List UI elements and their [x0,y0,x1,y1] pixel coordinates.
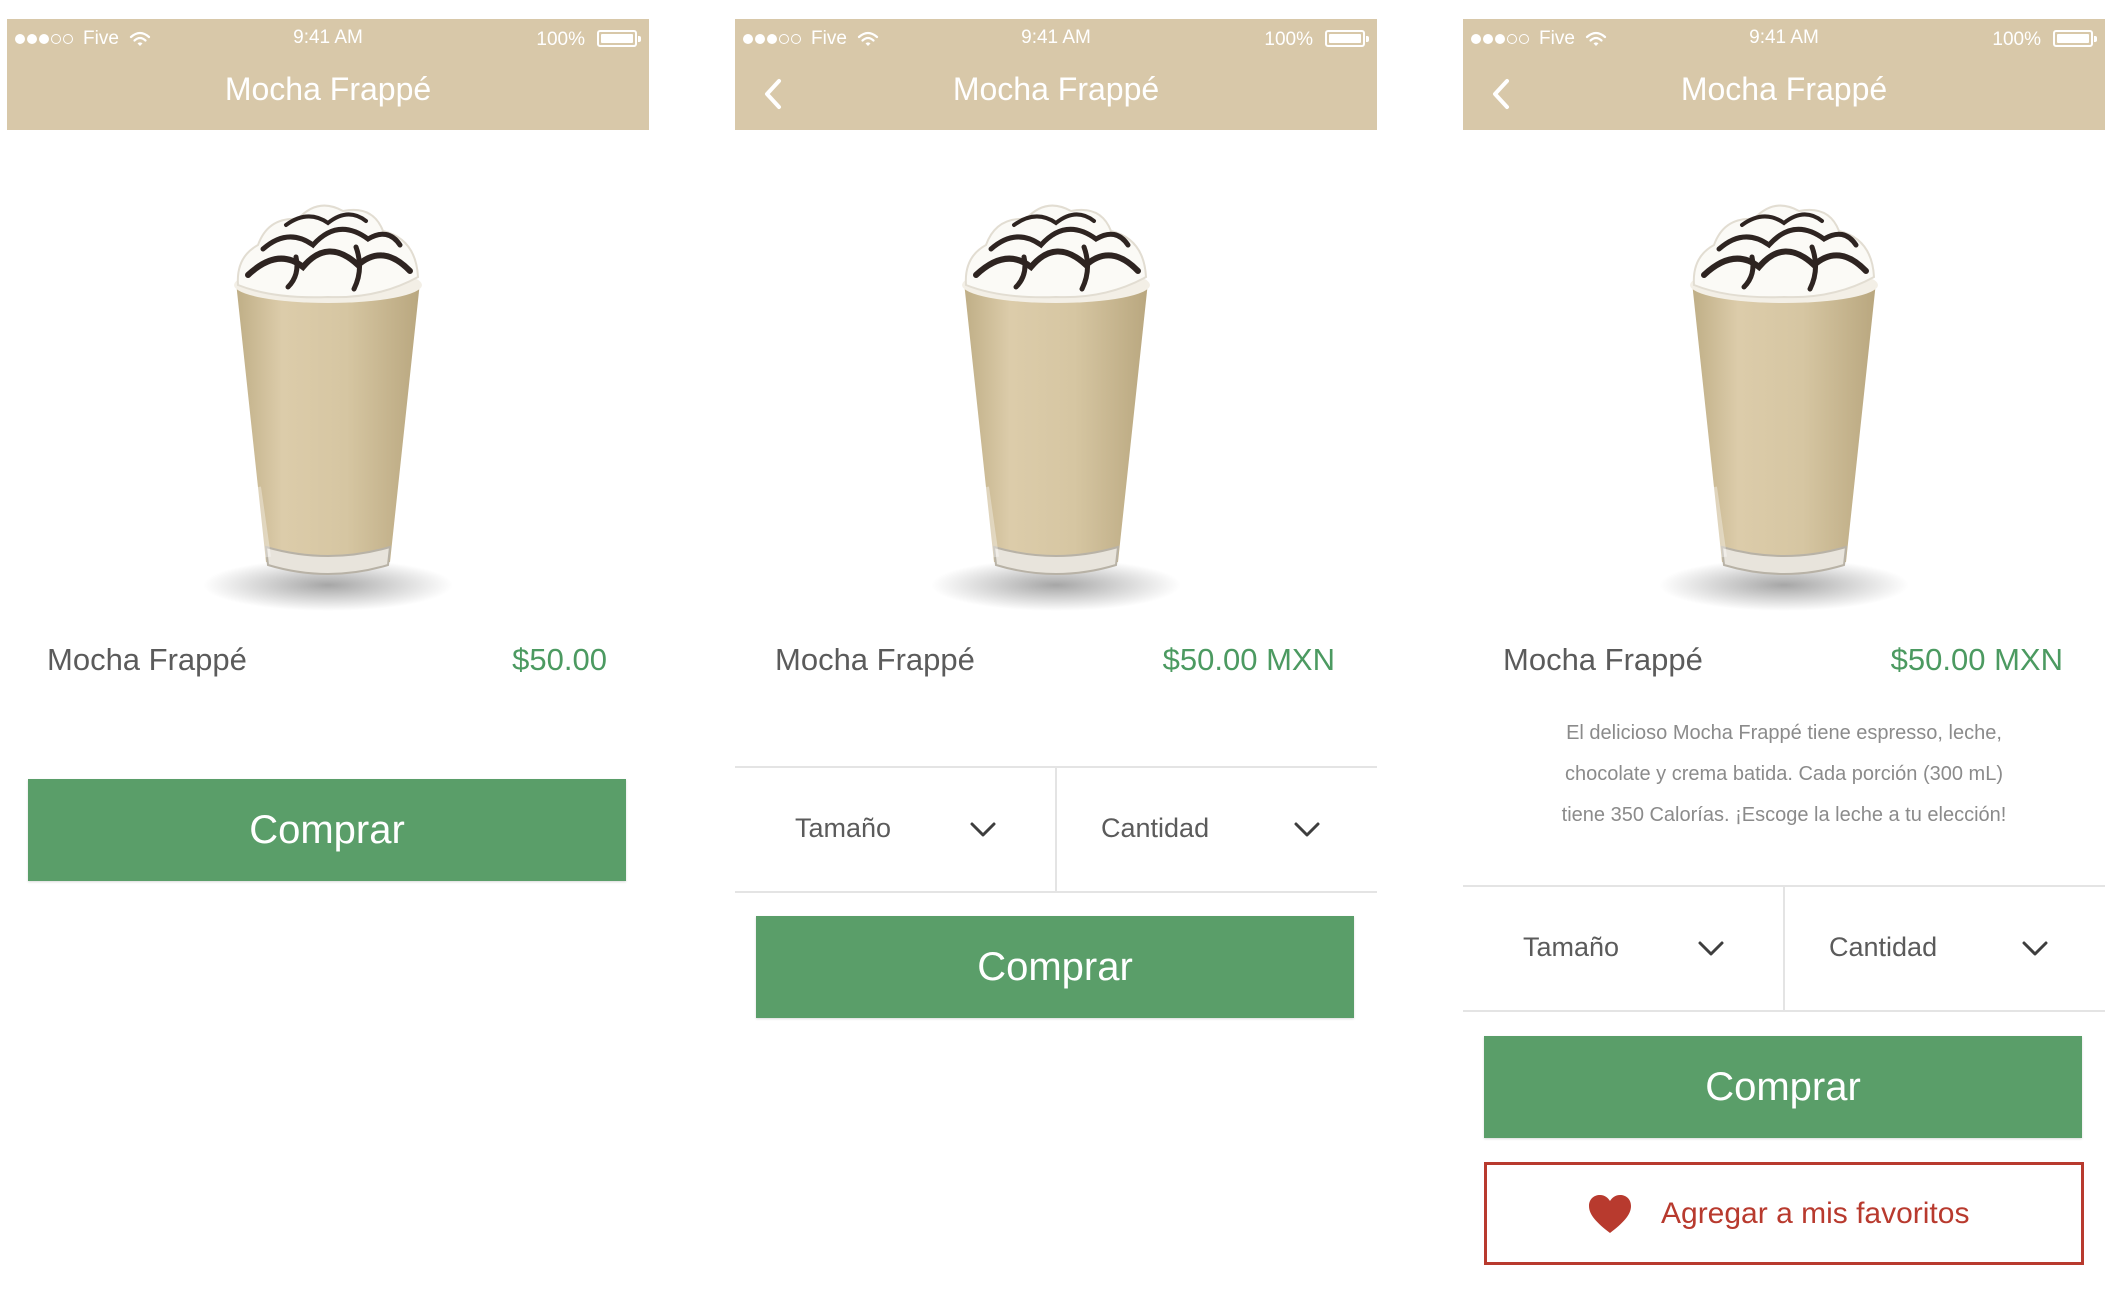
chevron-down-icon [969,820,997,840]
nav-title: Mocha Frappé [1680,71,1888,107]
battery-percentage: 100% [1264,29,1313,50]
add-to-favorites-button[interactable]: Agregar a mis favoritos [1484,1162,2084,1265]
battery-percentage: 100% [536,29,585,50]
quantity-dropdown[interactable]: Cantidad [1783,887,2105,1010]
product-description: El delicioso Mocha Frappé tiene espresso… [1493,713,2075,836]
navigation-bar: Five 9:41 AM 100% Mocha Frappé [1463,19,2105,130]
chevron-down-icon [1293,820,1321,840]
product-image [1634,187,1934,617]
navigation-bar: Five 9:41 AM 100% Mocha Frappé [735,19,1377,130]
buy-button[interactable]: Comprar [756,916,1354,1018]
buy-button[interactable]: Comprar [28,779,626,881]
product-screen-detail: Five 9:41 AM 100% Mocha Frappé Mocha Fra… [1463,19,2105,1289]
description-line: tiene 350 Calorías. ¡Escoge la leche a t… [1561,804,2007,826]
battery-icon [2053,30,2097,47]
description-line: chocolate y crema batida. Cada porción (… [1564,763,2003,785]
chevron-down-icon [2021,939,2049,959]
quantity-dropdown-label: Cantidad [1101,813,1210,843]
product-price: $50.00 [512,642,607,677]
product-price: $50.00 MXN [1162,642,1335,677]
size-dropdown[interactable]: Tamaño [1463,887,1783,1010]
navigation-bar: Five 9:41 AM 100% Mocha Frappé [7,19,649,130]
buy-button[interactable]: Comprar [1484,1036,2082,1138]
heart-icon [1589,1195,1631,1233]
quantity-dropdown-label: Cantidad [1829,932,1938,962]
status-bar: Five 9:41 AM 100% [1463,23,2105,53]
status-bar: Five 9:41 AM 100% [7,23,649,53]
product-price: $50.00 MXN [1890,642,2063,677]
product-screen-options: Five 9:41 AM 100% Mocha Frappé Mocha Fra… [735,19,1377,1289]
product-image [178,187,478,617]
quantity-dropdown[interactable]: Cantidad [1055,768,1377,891]
status-bar: Five 9:41 AM 100% [735,23,1377,53]
size-dropdown-label: Tamaño [1523,932,1620,962]
product-screen-basic: Five 9:41 AM 100% Mocha Frappé Mocha Fra… [7,19,649,1289]
description-line: El delicioso Mocha Frappé tiene espresso… [1566,722,2002,744]
product-image [906,187,1206,617]
size-dropdown[interactable]: Tamaño [735,768,1055,891]
options-row: Tamaño Cantidad [735,766,1377,893]
battery-percentage: 100% [1992,29,2041,50]
nav-title: Mocha Frappé [952,71,1160,107]
options-row: Tamaño Cantidad [1463,885,2105,1012]
chevron-down-icon [1697,939,1725,959]
nav-title: Mocha Frappé [224,71,432,107]
size-dropdown-label: Tamaño [795,813,892,843]
product-name: Mocha Frappé [47,642,247,677]
battery-icon [1325,30,1369,47]
battery-icon [597,30,641,47]
product-name: Mocha Frappé [1503,642,1703,677]
add-to-favorites-label: Agregar a mis favoritos [1661,1197,1970,1230]
product-name: Mocha Frappé [775,642,975,677]
